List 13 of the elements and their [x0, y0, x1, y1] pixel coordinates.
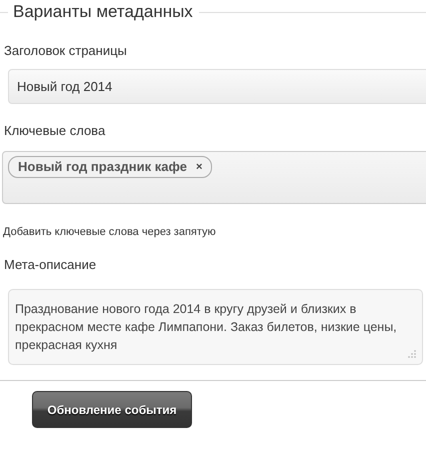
field-label: Мета-описание	[4, 257, 98, 273]
tag-remove-button[interactable]: ×	[196, 160, 202, 172]
update-event-button[interactable]: Обновление события	[32, 391, 192, 428]
description-text: Празднование нового года 2014 в кругу друзей и близких в прекрасном месте кафе Лимпапони. Заказ билетов, низкие цены, прекрасная кухня	[15, 302, 397, 352]
field-label: Заголовок страницы	[4, 43, 128, 59]
field-label: Ключевые слова	[4, 123, 106, 139]
field-hint: Добавить ключевые слова через запятую	[3, 226, 217, 238]
keywords-field[interactable]: Новый год праздник кафе ×	[2, 151, 426, 204]
section-title: Варианты метаданных	[12, 2, 194, 22]
tag-label: Новый год праздник кафе	[18, 159, 187, 174]
description-field[interactable]: Празднование нового года 2014 в кругу друзей и близких в прекрасном месте кафе Лимпапони. Заказ билетов, низкие цены, прекрасная кухня	[8, 289, 423, 365]
page-title-field[interactable]: Новый год 2014	[8, 69, 426, 104]
resize-grip-icon[interactable]	[408, 350, 416, 358]
